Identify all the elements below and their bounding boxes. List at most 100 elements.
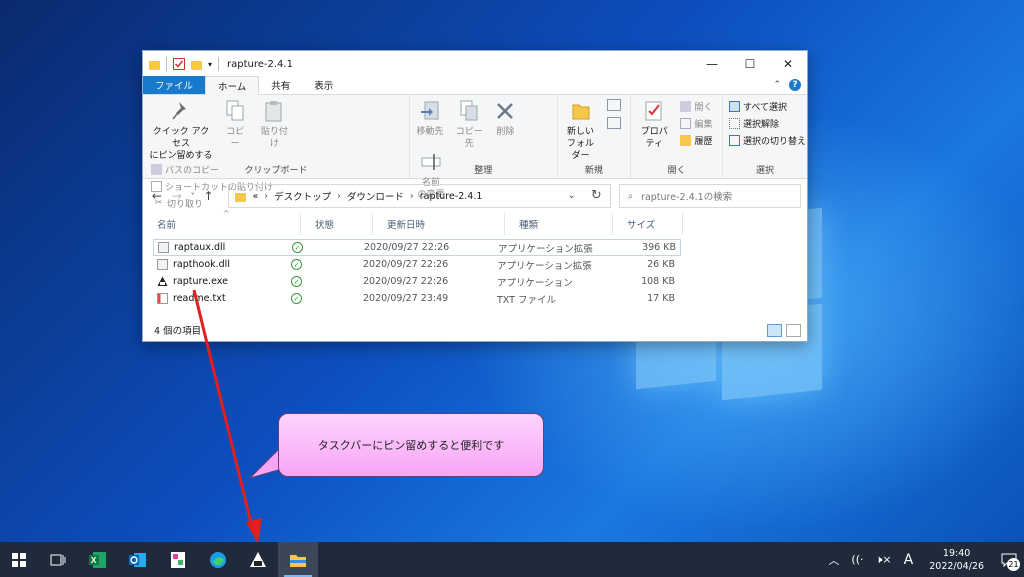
new-folder-quick-icon[interactable] bbox=[191, 60, 202, 70]
open-button[interactable]: 開く bbox=[680, 99, 712, 114]
rapture-taskbar-button[interactable] bbox=[238, 542, 278, 577]
notification-center-button[interactable]: 21 bbox=[994, 542, 1024, 577]
properties-button[interactable]: プロパティ bbox=[637, 99, 671, 150]
select-all-icon bbox=[728, 101, 740, 112]
address-dropdown-icon[interactable]: ⌄ bbox=[567, 190, 575, 201]
select-group: すべて選択 選択解除 選択の切り替え 選択 bbox=[723, 95, 807, 179]
title-bar[interactable]: ▾ rapture-2.4.1 — ☐ ✕ bbox=[143, 51, 807, 77]
open-icon bbox=[680, 101, 692, 112]
table-row[interactable]: rapthook.dll ✓ 2020/09/27 22:26 アプリケーション… bbox=[153, 256, 681, 273]
column-name[interactable]: 名前 bbox=[143, 213, 301, 235]
search-input[interactable]: ⌕ rapture-2.4.1の検索 bbox=[618, 184, 801, 208]
open-group-label: 開く bbox=[667, 166, 686, 176]
history-button[interactable]: 履歴 bbox=[680, 133, 712, 148]
close-button[interactable]: ✕ bbox=[769, 51, 807, 77]
select-none-button[interactable]: 選択解除 bbox=[728, 116, 806, 131]
outlook-taskbar-button[interactable] bbox=[118, 542, 158, 577]
maximize-button[interactable]: ☐ bbox=[731, 51, 769, 77]
scissors-icon: ✂ bbox=[154, 198, 163, 208]
outlook-icon bbox=[129, 552, 146, 567]
tab-home[interactable]: ホーム bbox=[205, 76, 260, 95]
address-bar[interactable]: « › デスクトップ › ダウンロード › rapture-2.4.1 ⌄ ↻ bbox=[228, 184, 611, 208]
copy-icon bbox=[226, 100, 244, 121]
volume-mute-icon[interactable]: 🕨× bbox=[870, 553, 898, 567]
status-bar: 4 個の項目 bbox=[143, 319, 807, 341]
select-group-label: 選択 bbox=[755, 166, 774, 176]
copy-to-button[interactable]: コピー先 bbox=[453, 99, 485, 150]
invert-selection-button[interactable]: 選択の切り替え bbox=[728, 133, 806, 148]
windows-start-icon bbox=[12, 552, 26, 567]
rapture-app-icon bbox=[157, 276, 168, 286]
new-item-icon[interactable] bbox=[606, 99, 621, 111]
tab-view[interactable]: 表示 bbox=[302, 76, 345, 94]
copy-button[interactable]: コピー bbox=[222, 99, 248, 150]
help-icon[interactable]: ? bbox=[789, 79, 801, 91]
callout-text: タスクバーにピン留めすると便利です bbox=[317, 439, 505, 452]
dll-file-icon bbox=[158, 242, 169, 253]
easy-access-icon[interactable] bbox=[606, 117, 621, 129]
app-taskbar-button[interactable] bbox=[158, 542, 198, 577]
refresh-icon[interactable]: ↻ bbox=[591, 188, 602, 203]
file-explorer-taskbar-button[interactable] bbox=[278, 542, 318, 577]
move-to-button[interactable]: 移動先 bbox=[416, 99, 444, 138]
folder-icon bbox=[149, 60, 160, 70]
column-type[interactable]: 種類 bbox=[505, 213, 613, 235]
properties-check-icon[interactable] bbox=[173, 58, 185, 70]
details-view-button[interactable] bbox=[767, 324, 782, 337]
breadcrumb-desktop[interactable]: デスクトップ bbox=[274, 189, 331, 203]
delete-button[interactable]: 削除 bbox=[494, 99, 516, 138]
column-status[interactable]: 状態 bbox=[301, 213, 373, 235]
new-group: 新しい フォルダー 新規 bbox=[558, 95, 632, 179]
ime-indicator[interactable]: A bbox=[898, 552, 920, 568]
ribbon: クイック アクセス にピン留めする コピー 貼り付け パスのコピー ショートカッ… bbox=[143, 95, 807, 210]
breadcrumb-downloads[interactable]: ダウンロード bbox=[347, 189, 404, 203]
column-date[interactable]: 更新日時 bbox=[373, 213, 505, 235]
edge-taskbar-button[interactable] bbox=[198, 542, 238, 577]
network-icon[interactable]: ((· bbox=[845, 553, 869, 566]
clock[interactable]: 19:40 2022/04/26 bbox=[919, 547, 994, 573]
start-button[interactable] bbox=[0, 542, 38, 577]
sync-ok-icon: ✓ bbox=[291, 276, 302, 287]
file-explorer-window: ▾ rapture-2.4.1 — ☐ ✕ ファイル ホーム 共有 表示 ⌃ ?… bbox=[142, 50, 808, 342]
sync-ok-icon: ✓ bbox=[292, 242, 303, 253]
organize-group: 移動先 コピー先 削除 名前 の変更 整理 bbox=[410, 95, 558, 200]
open-group: プロパティ 開く 編集 履歴 開く bbox=[631, 95, 723, 179]
select-all-button[interactable]: すべて選択 bbox=[728, 99, 806, 114]
copy-to-icon bbox=[460, 100, 478, 121]
table-row[interactable]: rapture.exe ✓ 2020/09/27 22:26 アプリケーション … bbox=[153, 273, 681, 290]
pin-quick-access-button[interactable]: クイック アクセス にピン留めする bbox=[149, 99, 213, 162]
file-explorer-icon bbox=[290, 554, 306, 567]
show-hidden-icons-icon[interactable]: ︿ bbox=[822, 552, 845, 568]
excel-taskbar-button[interactable]: X bbox=[78, 542, 118, 577]
sync-ok-icon: ✓ bbox=[291, 259, 302, 270]
task-view-button[interactable] bbox=[38, 542, 78, 577]
rapture-icon bbox=[250, 551, 266, 567]
table-row[interactable]: readme.txt ✓ 2020/09/27 23:49 TXT ファイル 1… bbox=[153, 290, 681, 307]
excel-icon: X bbox=[89, 551, 106, 568]
pin-icon bbox=[172, 102, 186, 120]
paste-button[interactable]: 貼り付け bbox=[257, 99, 291, 150]
txt-file-icon bbox=[157, 293, 168, 304]
large-icons-view-button[interactable] bbox=[786, 324, 801, 337]
ribbon-collapse-icon[interactable]: ⌃ bbox=[773, 80, 781, 90]
system-tray: ︿ ((· 🕨× A 19:40 2022/04/26 21 bbox=[822, 542, 1024, 577]
paste-icon bbox=[265, 101, 282, 122]
address-overflow[interactable]: « bbox=[252, 191, 258, 202]
file-list: raptaux.dll ✓ 2020/09/27 22:26 アプリケーション拡… bbox=[143, 235, 807, 307]
new-folder-button[interactable]: 新しい フォルダー bbox=[564, 99, 598, 162]
column-size[interactable]: サイズ bbox=[613, 213, 683, 235]
tab-share[interactable]: 共有 bbox=[259, 76, 302, 94]
quick-access-dropdown-icon[interactable]: ▾ bbox=[208, 60, 212, 69]
edit-button[interactable]: 編集 bbox=[680, 116, 712, 131]
minimize-button[interactable]: — bbox=[693, 51, 731, 77]
sort-caret-icon: ^ bbox=[223, 209, 230, 218]
clipboard-group: クイック アクセス にピン留めする コピー 貼り付け パスのコピー ショートカッ… bbox=[143, 95, 411, 210]
tab-file[interactable]: ファイル bbox=[143, 76, 206, 94]
breadcrumb-current[interactable]: rapture-2.4.1 bbox=[420, 191, 483, 202]
task-view-icon bbox=[50, 554, 66, 565]
dll-file-icon bbox=[157, 259, 168, 270]
table-row[interactable]: raptaux.dll ✓ 2020/09/27 22:26 アプリケーション拡… bbox=[153, 239, 681, 256]
move-to-icon bbox=[421, 101, 439, 120]
window-title: rapture-2.4.1 bbox=[227, 58, 293, 70]
app-icon bbox=[171, 551, 185, 568]
